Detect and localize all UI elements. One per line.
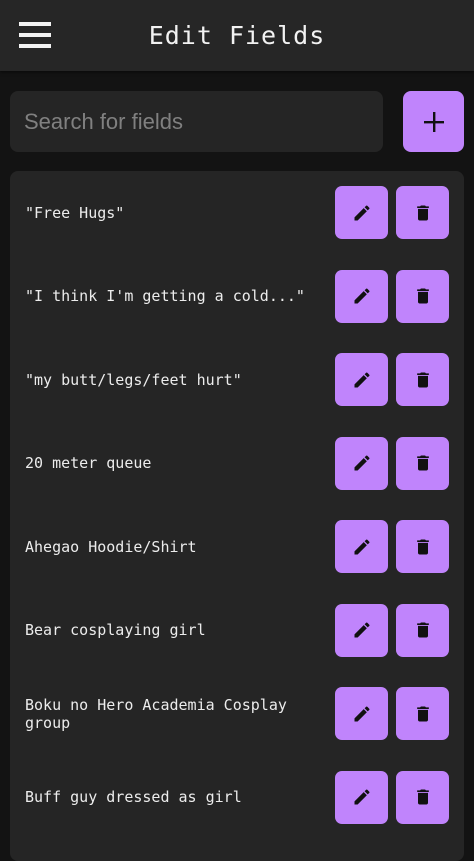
delete-button[interactable] [396, 353, 449, 406]
field-label: 20 meter queue [25, 454, 152, 473]
page-title: Edit Fields [148, 21, 326, 50]
delete-button[interactable] [396, 436, 449, 490]
list-item: Ahegao Hoodie/Shirt [10, 505, 464, 589]
list-item: Boku no Hero Academia Cosplay group [10, 672, 464, 756]
edit-button[interactable] [335, 520, 388, 573]
add-field-button[interactable] [403, 91, 464, 152]
trash-icon [413, 203, 433, 223]
field-label: "Free Hugs" [25, 203, 125, 222]
field-label: Ahegao Hoodie/Shirt [25, 537, 197, 556]
edit-button[interactable] [335, 687, 388, 740]
trash-icon [413, 704, 433, 724]
list-item: "my butt/legs/feet hurt" [10, 338, 464, 422]
field-label: Buff guy dressed as girl [25, 788, 242, 807]
trash-icon [413, 453, 433, 473]
pencil-icon [352, 453, 372, 473]
pencil-icon [352, 537, 372, 557]
list-item: 20 meter queue [10, 422, 464, 506]
edit-button[interactable] [335, 269, 388, 323]
edit-button[interactable] [335, 186, 388, 239]
trash-icon [413, 787, 433, 807]
delete-button[interactable] [396, 520, 449, 573]
pencil-icon [352, 370, 372, 390]
app-bar: Edit Fields [0, 0, 474, 71]
pencil-icon [352, 787, 372, 807]
search-input[interactable] [22, 107, 371, 136]
pencil-icon [352, 286, 372, 306]
edit-button[interactable] [335, 353, 388, 406]
pencil-icon [352, 704, 372, 724]
search-box [10, 91, 383, 152]
trash-icon [413, 286, 433, 306]
field-label: "my butt/legs/feet hurt" [25, 370, 242, 389]
delete-button[interactable] [396, 770, 449, 824]
list-item: Bear cosplaying girl [10, 589, 464, 673]
delete-button[interactable] [396, 603, 449, 657]
pencil-icon [352, 620, 372, 640]
list-item: Buff guy dressed as girl [10, 756, 464, 840]
edit-button[interactable] [335, 436, 388, 490]
trash-icon [413, 370, 433, 390]
trash-icon [413, 537, 433, 557]
fields-list: "Free Hugs" "I think I'm getting a cold.… [10, 171, 464, 861]
edit-button[interactable] [335, 770, 388, 824]
trash-icon [413, 620, 433, 640]
field-label: Boku no Hero Academia Cosplay group [25, 695, 296, 732]
delete-button[interactable] [396, 186, 449, 239]
field-label: "I think I'm getting a cold..." [25, 287, 305, 306]
delete-button[interactable] [396, 269, 449, 323]
field-label: Bear cosplaying girl [25, 621, 206, 640]
list-item: "Free Hugs" [10, 171, 464, 255]
delete-button[interactable] [396, 687, 449, 740]
pencil-icon [352, 203, 372, 223]
plus-icon [423, 111, 445, 133]
edit-button[interactable] [335, 603, 388, 657]
list-item: "I think I'm getting a cold..." [10, 255, 464, 339]
